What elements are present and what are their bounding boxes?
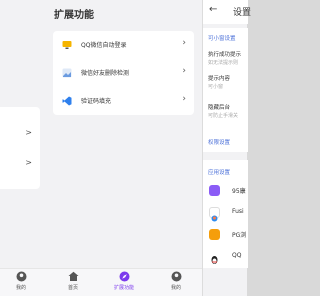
setting-item-title[interactable]: 提示内容 [208, 74, 230, 82]
app-item[interactable]: 95康 [203, 180, 248, 202]
setting-item-title[interactable]: 执行成功提示 [208, 50, 241, 58]
feature-list-card: QQ微信自动登录 › 微信好友删除检测 › 验证码填充 › [53, 31, 194, 115]
app-item[interactable]: PG浏 [203, 224, 248, 246]
back-arrow-icon[interactable]: ← [209, 4, 217, 15]
app-settings-card: 应用设置 95康 Fusi PG浏 QQ [203, 160, 248, 268]
chevron-right-icon[interactable]: > [25, 128, 32, 137]
qq-penguin-icon [209, 251, 220, 264]
previous-screen-panel: > > [0, 0, 44, 296]
chevron-right-icon: › [182, 66, 186, 76]
user-avatar-icon [171, 271, 181, 282]
app-icon [209, 229, 220, 240]
vscode-icon [62, 96, 72, 106]
monitor-icon [62, 41, 72, 49]
bird-icon [211, 215, 218, 222]
nav-item-home[interactable]: 首页 [56, 271, 90, 291]
home-icon [68, 271, 78, 281]
app-icon [209, 207, 220, 222]
chevron-right-icon: › [182, 94, 186, 104]
settings-header: ← 设置 [203, 0, 252, 24]
setting-item-subtitle: 可小窗 [208, 84, 224, 90]
image-icon [62, 68, 72, 78]
user-avatar-icon [16, 271, 26, 282]
compass-icon [119, 271, 129, 282]
page-title: 扩展功能 [54, 10, 94, 21]
app-item[interactable]: Fusi [203, 202, 248, 224]
feature-label: QQ微信自动登录 [81, 42, 127, 49]
nav-item-mine-left[interactable]: 我的 [4, 271, 38, 291]
settings-screen: ← 设置 可小窗设置 执行成功提示 如无法提示则 提示内容 可小窗 隐藏后台 可… [202, 0, 252, 296]
section-header[interactable]: 权限设置 [208, 138, 230, 146]
nav-item-mine[interactable]: 我的 [159, 271, 193, 291]
chevron-right-icon[interactable]: > [25, 158, 32, 167]
setting-item-subtitle: 可防止手滑关 [208, 113, 239, 119]
section-header: 应用设置 [208, 170, 231, 176]
previous-list-card: > > [0, 107, 40, 189]
settings-card: 可小窗设置 执行成功提示 如无法提示则 提示内容 可小窗 隐藏后台 可防止手滑关… [203, 28, 248, 152]
nav-item-extensions[interactable]: 扩展功能 [107, 271, 141, 291]
setting-item-subtitle: 如无法提示则 [208, 60, 239, 66]
feature-label: 微信好友删除检测 [81, 70, 130, 77]
feature-item-auto-login[interactable]: QQ微信自动登录 › [53, 31, 194, 59]
app-icon [209, 185, 220, 196]
setting-item-title[interactable]: 隐藏后台 [208, 103, 230, 111]
section-header: 可小窗设置 [208, 36, 236, 42]
feature-item-friend-check[interactable]: 微信好友删除检测 › [53, 59, 194, 87]
feature-label: 验证码填充 [81, 98, 112, 105]
extensions-screen: 扩展功能 QQ微信自动登录 › 微信好友删除检测 › 验证码填充 › 我的 首页… [0, 0, 246, 296]
app-item[interactable]: QQ [203, 246, 248, 268]
chevron-right-icon: › [182, 38, 186, 48]
feature-item-captcha-fill[interactable]: 验证码填充 › [53, 87, 194, 115]
settings-title: 设置 [233, 8, 252, 18]
